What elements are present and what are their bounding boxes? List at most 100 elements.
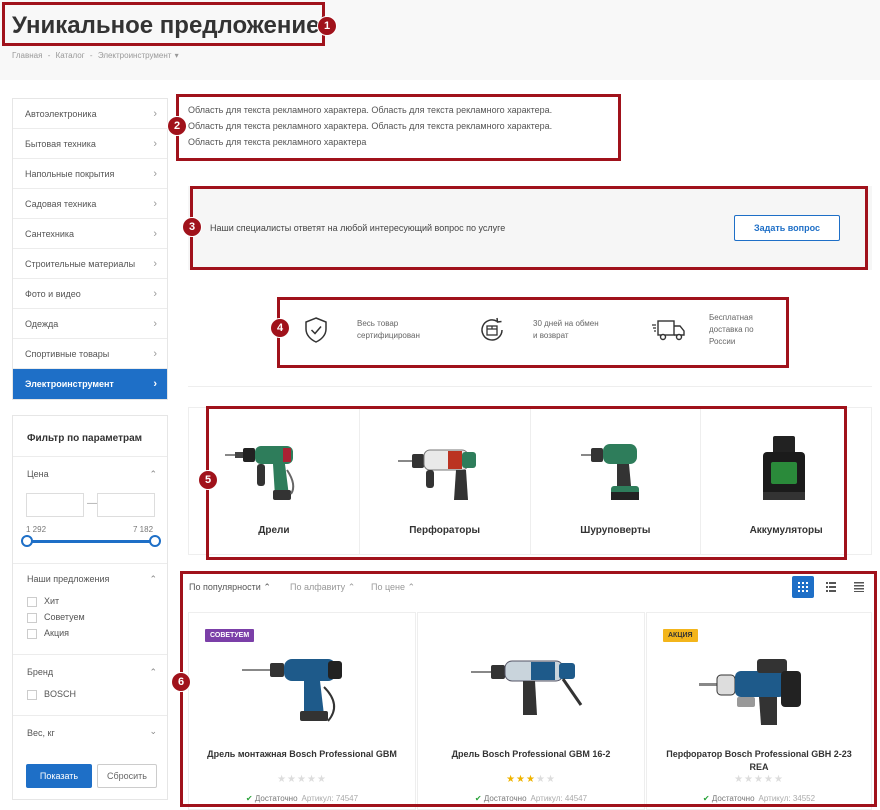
menu-item-garden[interactable]: Садовая техника › [13,189,167,219]
grid-view-icon[interactable] [792,576,814,598]
checkbox-label: BOSCH [44,689,77,699]
drill-image [225,446,295,500]
breadcrumb-caret-icon[interactable]: ▾ [175,51,179,60]
annotation-marker: 5 [198,470,218,490]
chevron-up-icon[interactable]: ⌃ [149,574,157,585]
menu-item-label: Напольные покрытия [25,168,115,179]
menu-item-flooring[interactable]: Напольные покрытия › [13,159,167,189]
annotation-marker: 2 [167,116,187,136]
breadcrumb-home[interactable]: Главная [12,51,42,60]
category-tiles: Дрели Перфораторы Шуруповерты Аккумулято… [188,407,872,555]
price-min-label: 1 292 [26,525,47,534]
menu-item-label: Садовая техника [25,198,97,209]
menu-item-building-materials[interactable]: Строительные материалы › [13,249,167,279]
ask-question-button[interactable]: Задать вопрос [734,215,840,241]
promo-text: Область для текста рекламного характера.… [188,102,618,150]
menu-item-appliances[interactable]: Бытовая техника › [13,129,167,159]
filter-weight-title[interactable]: Вес, кг [27,728,55,738]
checkbox-bosch[interactable] [27,690,37,700]
category-screwdrivers[interactable]: Шуруповерты [531,408,702,554]
menu-item-label: Фото и видео [25,288,81,299]
question-text: Наши специалисты ответят на любой интере… [210,223,506,233]
price-max-input[interactable] [97,493,155,517]
breadcrumb-separator: - [47,51,51,60]
promo-line: Область для текста рекламного характера.… [188,121,553,131]
chevron-right-icon: › [153,347,157,360]
return-box-icon [481,317,503,341]
filter-panel: Фильтр по параметрам Цена ⌃ — 1 292 7 18… [12,415,168,800]
menu-item-label: Автоэлектроника [25,108,97,119]
screwdriver-image [580,444,639,500]
checkbox-label: Советуем [44,612,85,622]
rating-stars: ★★★★★ [506,774,556,785]
menu-item-plumbing[interactable]: Сантехника › [13,219,167,249]
price-dash: — [87,498,97,509]
rotary-hammer-image [397,449,476,500]
checkbox-recommend[interactable] [27,613,37,623]
rating-stars: ★★★★★ [277,774,327,785]
sort-popularity[interactable]: По популярности ⌃ [189,582,271,593]
list-view-icon[interactable] [820,576,842,598]
checkbox-hit[interactable] [27,597,37,607]
menu-item-clothing[interactable]: Одежда › [13,309,167,339]
chevron-right-icon: › [153,197,157,210]
product-card[interactable]: АКЦИЯ Перфоратор Bosch Professional GBH … [646,612,872,810]
menu-item-label: Спортивные товары [25,348,110,359]
chevron-right-icon: › [153,317,157,330]
product-card[interactable]: Дрель Bosch Professional GBM 16-2 ★★★★★ … [417,612,645,810]
breadcrumb-catalog[interactable]: Каталог [56,51,85,60]
breadcrumb: Главная - Каталог - Электроинструмент ▾ [12,51,182,60]
product-name[interactable]: Дрель Bosch Professional GBM 16-2 [428,748,634,761]
category-batteries[interactable]: Аккумуляторы [701,408,871,554]
menu-item-photo-video[interactable]: Фото и видео › [13,279,167,309]
filter-price-title[interactable]: Цена [27,469,49,479]
menu-item-sports[interactable]: Спортивные товары › [13,339,167,369]
menu-item-power-tools[interactable]: Электроинструмент › [13,369,167,399]
price-max-label: 7 182 [133,525,154,534]
benefit-text: Бесплатная доставка по России [709,313,754,346]
show-button[interactable]: Показать [26,764,92,788]
chevron-down-icon[interactable]: ⌄ [149,726,157,737]
stock-status: ✔ Достаточно Артикул: 44547 [474,794,588,803]
check-icon: ✔ [474,794,482,803]
stock-status: ✔ Достаточно Артикул: 74547 [245,794,359,803]
sort-alphabet[interactable]: По алфавиту ⌃ [290,582,355,593]
price-slider-min-handle[interactable] [21,535,33,547]
promo-line: Область для текста рекламного характера.… [188,105,553,115]
checkbox-label: Акция [44,628,69,638]
checkbox-sale[interactable] [27,629,37,639]
product-card[interactable]: СОВЕТУЕМ Дрель монтажная Bosch Professio… [188,612,416,810]
price-slider-max-handle[interactable] [149,535,161,547]
category-rotary-hammers[interactable]: Перфораторы [360,408,531,554]
stock-status: ✔ Достаточно Артикул: 34552 [702,794,816,803]
page-title: Уникальное предложение! [12,12,328,39]
product-name[interactable]: Дрель монтажная Bosch Professional GBM [199,748,405,761]
product-name[interactable]: Перфоратор Bosch Professional GBH 2-23 R… [657,748,861,774]
annotation-marker: 3 [182,217,202,237]
benefit-text: Весь товар сертифицирован [357,319,420,340]
product-image [699,659,801,725]
product-image [471,660,583,715]
chevron-up-icon[interactable]: ⌃ [149,667,157,678]
price-slider-track[interactable] [27,540,155,543]
divider [13,715,167,716]
table-view-icon[interactable] [848,576,870,598]
breadcrumb-current[interactable]: Электроинструмент [98,51,172,60]
filter-offers-title[interactable]: Наши предложения [27,574,109,584]
breadcrumb-separator: - [89,51,93,60]
check-icon: ✔ [245,794,253,803]
category-label: Шуруповерты [580,525,651,536]
annotation-marker: 6 [171,672,191,692]
price-min-input[interactable] [26,493,84,517]
reset-button[interactable]: Сбросить [97,764,157,788]
annotation-marker: 4 [270,318,290,338]
menu-item-autoelectronics[interactable]: Автоэлектроника › [13,99,167,129]
question-block: Наши специалисты ответят на любой интере… [188,186,872,270]
caret-up-icon: ⌃ [263,582,271,592]
sort-price[interactable]: По цене ⌃ [371,582,415,593]
benefit-text: 30 дней на обмен и возврат [533,319,599,340]
chevron-up-icon[interactable]: ⌃ [149,469,157,480]
battery-image [763,436,806,500]
chevron-right-icon: › [153,137,157,150]
filter-brand-title[interactable]: Бренд [27,667,53,677]
